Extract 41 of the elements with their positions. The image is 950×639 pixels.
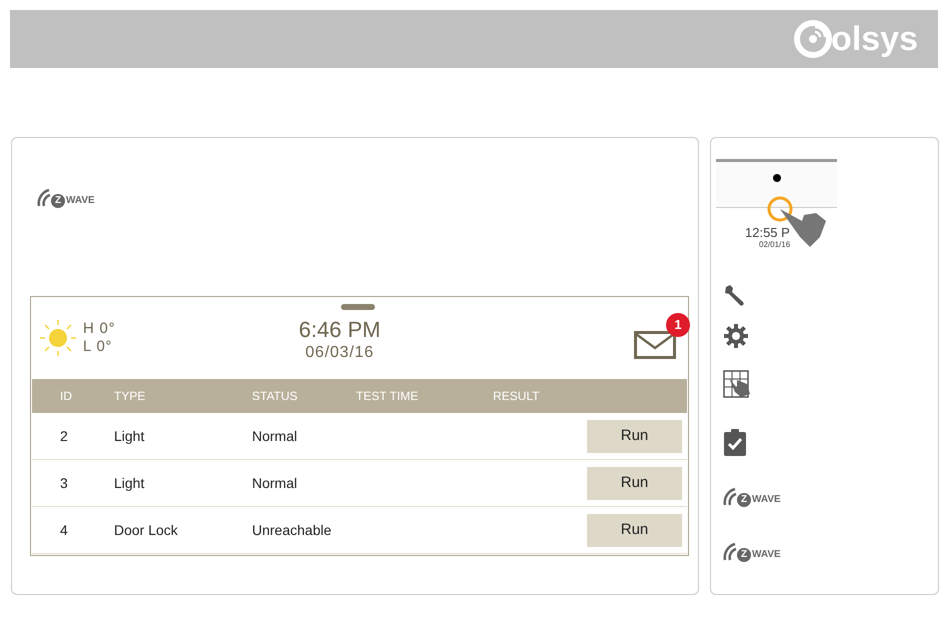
- z-mark: Z: [51, 194, 65, 208]
- table-cell-text: Normal: [252, 474, 298, 492]
- logo-mark-icon: [793, 19, 834, 59]
- clock-time: 6:46 PM: [298, 317, 381, 343]
- keypad-hand-icon: [723, 370, 751, 398]
- z-mark: Z: [737, 548, 751, 562]
- z-mark: Z: [737, 493, 751, 507]
- table-cell-text: Light: [114, 474, 146, 493]
- zwave-word: WAVE: [66, 194, 95, 208]
- mail-icon[interactable]: [634, 331, 676, 359]
- signal-waves-icon: [723, 487, 737, 507]
- column-header: STATUS: [252, 388, 299, 405]
- message-count-badge: 1: [666, 313, 690, 337]
- drag-handle[interactable]: [341, 304, 375, 310]
- table-cell-text: Door Lock: [114, 520, 179, 540]
- table-cell-text: Light: [114, 426, 146, 446]
- table-cell-text: 4: [59, 520, 69, 540]
- logo-text: olsys: [831, 22, 918, 56]
- clock-date: 06/03/16: [305, 343, 374, 363]
- column-header: ID: [59, 388, 73, 405]
- signal-waves-icon: [37, 188, 51, 208]
- signal-waves-icon: [723, 542, 737, 562]
- run-button[interactable]: Run: [587, 514, 682, 546]
- sun-icon: [39, 319, 77, 357]
- clipboard-check-icon: [723, 428, 747, 456]
- column-header: RESULT: [493, 388, 540, 405]
- preview-time: 12:55 P: [745, 226, 790, 239]
- gear-icon: [723, 323, 749, 349]
- table-cell-text: Unreachable: [252, 520, 332, 540]
- column-header: TYPE: [114, 388, 146, 405]
- run-button[interactable]: Run: [587, 466, 682, 500]
- high-temperature: H 0°: [83, 320, 116, 338]
- run-button[interactable]: Run: [587, 420, 682, 452]
- table-cell-text: Normal: [252, 426, 298, 446]
- low-temperature: L 0°: [83, 338, 114, 356]
- table-cell-text: 3: [59, 474, 69, 492]
- zwave-word: WAVE: [752, 548, 781, 562]
- table-cell-text: 2: [59, 426, 69, 446]
- column-header: TEST TIME: [356, 388, 420, 405]
- preview-date: 02/01/16: [759, 241, 790, 249]
- zwave-word: WAVE: [752, 493, 781, 507]
